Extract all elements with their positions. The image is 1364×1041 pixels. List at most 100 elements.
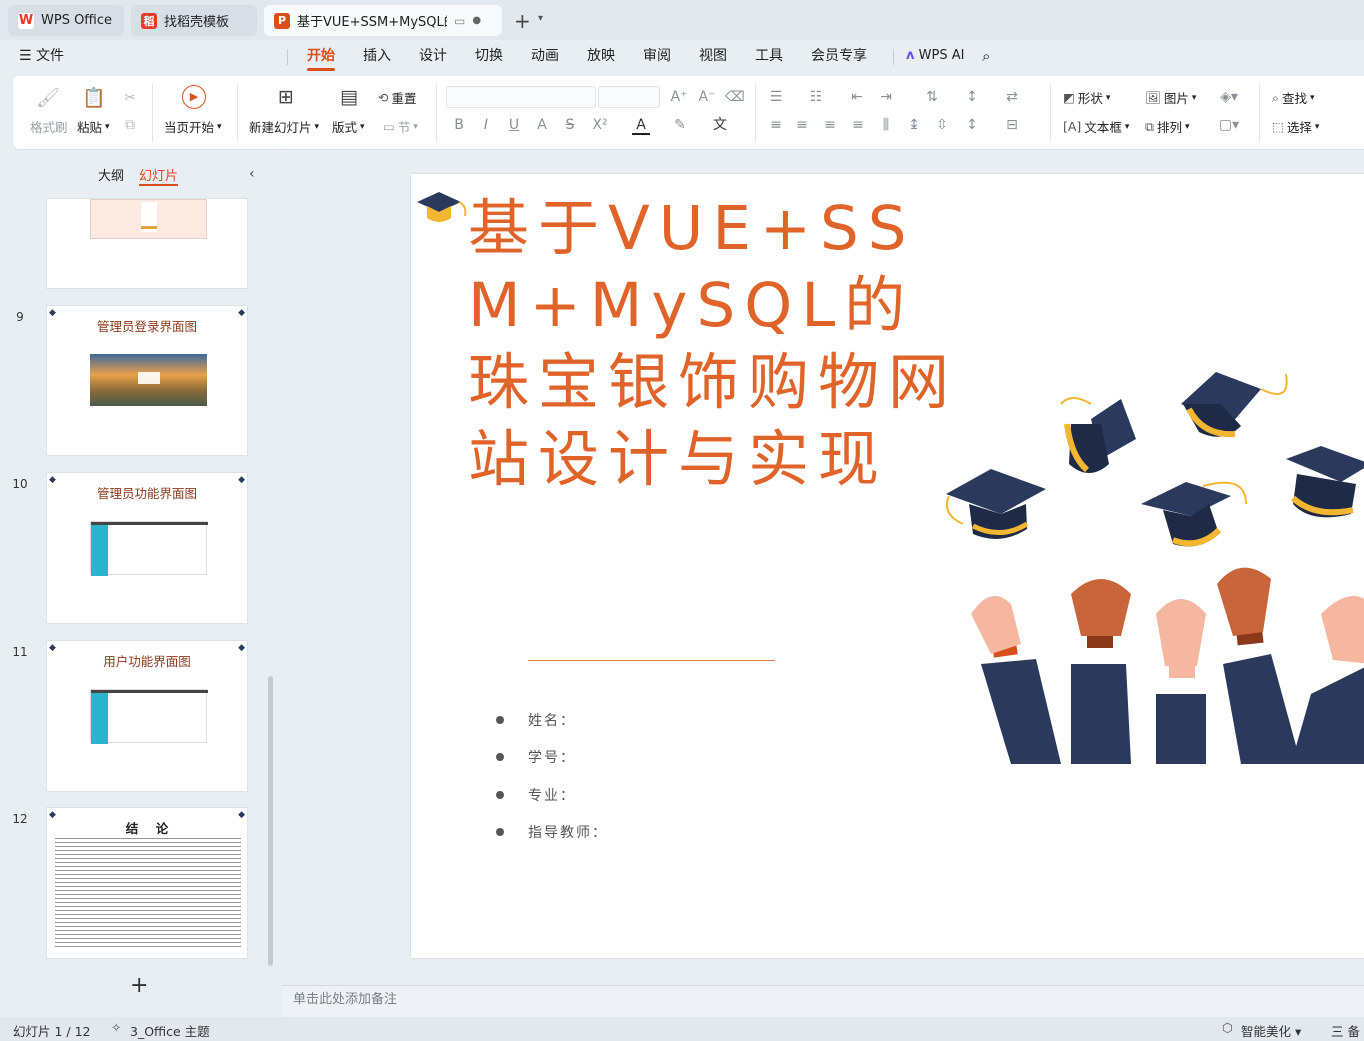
theme-name[interactable]: 3_Office 主题 [130, 1021, 210, 1040]
picture-icon: 🖼 [1145, 89, 1161, 105]
convert-icon[interactable]: ⇄ [1003, 89, 1021, 105]
menu-transition[interactable]: 切换 [475, 40, 503, 72]
tab-label: 基于VUE+SSM+MySQL的珠宝 [297, 15, 447, 30]
sort-icon[interactable]: ↕ [963, 89, 981, 105]
new-slide-button[interactable]: 新建幻灯片 ▾ [249, 117, 319, 136]
paste-button[interactable]: 粘贴 ▾ [77, 117, 110, 136]
panel-scrollbar[interactable] [268, 676, 273, 966]
notes-pane[interactable]: 单击此处添加备注 [282, 985, 1364, 1017]
slide-thumbnail-8[interactable] [46, 198, 248, 289]
menu-bar: ☰ 文件 🖫 ⌕ ⎙ ⌸ ↶ ▾ ↷ ⌄ 开始 插入 设计 切换 动画 放映 审… [0, 40, 1364, 103]
current-slide[interactable]: 基于VUE+SSM+MySQL的珠宝银饰购物网站设计与实现 姓名： 学号： 专业… [411, 174, 1364, 958]
clear-format-icon[interactable]: ⌫ [725, 89, 745, 105]
fill-icon[interactable]: ◈▾ [1213, 89, 1245, 105]
add-slide-button[interactable]: + [130, 973, 148, 998]
field-advisor[interactable]: 指导教师： [496, 822, 608, 842]
slide-thumbnail-9[interactable]: ◆ ◆ 管理员登录界面图 [46, 305, 248, 456]
tab-current-document[interactable]: P 基于VUE+SSM+MySQL的珠宝 ▭ ● [264, 5, 502, 36]
slide-thumbnail-12[interactable]: ◆ ◆ 结 论 [46, 807, 248, 959]
numbered-list-icon[interactable]: ☷ [807, 89, 825, 105]
new-tab-icon[interactable]: + [514, 9, 531, 33]
notes-toggle-button[interactable]: 三 备 [1331, 1021, 1360, 1040]
arrange-button[interactable]: ⧉ 排列 ▾ [1145, 117, 1189, 136]
align-right-icon[interactable]: ≡ [821, 117, 839, 133]
shape-button[interactable]: ◩ 形状 ▾ [1063, 88, 1110, 107]
underline-icon[interactable]: U [505, 117, 523, 133]
menu-animation[interactable]: 动画 [531, 40, 559, 72]
reset-button[interactable]: ⟲ 重置 [378, 88, 417, 107]
font-family-select[interactable] [446, 86, 596, 108]
menu-slideshow[interactable]: 放映 [587, 40, 615, 72]
smart-beautify-button[interactable]: 智能美化 ▾ [1241, 1021, 1301, 1040]
font-color-icon[interactable]: A [632, 117, 650, 135]
menu-view[interactable]: 视图 [699, 40, 727, 72]
file-menu[interactable]: ☰ 文件 [19, 40, 64, 72]
increase-indent-icon[interactable]: ⇥ [877, 89, 895, 105]
thumbnail-title: 管理员功能界面图 [96, 486, 197, 501]
select-button[interactable]: ⬚ 选择 ▾ [1272, 117, 1319, 136]
increase-font-icon[interactable]: A⁺ [670, 89, 688, 105]
wps-ai-button[interactable]: ᴧ WPS AI [906, 40, 964, 72]
collapse-panel-icon[interactable]: ‹ [249, 166, 255, 182]
font-size-select[interactable] [598, 86, 660, 108]
bold-icon[interactable]: B [450, 117, 468, 133]
text-direction-icon[interactable]: ⇅ [923, 89, 941, 105]
phonetic-icon[interactable]: 文 [711, 117, 729, 133]
copy-icon[interactable]: ⧉ [121, 117, 139, 133]
paste-label: 粘贴 [77, 120, 103, 135]
strikethrough-icon[interactable]: S [561, 117, 579, 133]
menu-home[interactable]: 开始 [307, 40, 335, 72]
text-shadow-icon[interactable]: A [533, 117, 551, 133]
menu-insert[interactable]: 插入 [363, 40, 391, 72]
italic-icon[interactable]: I [477, 117, 495, 133]
start-current-button[interactable]: 当页开始 ▾ [164, 117, 222, 136]
bullet-icon [496, 716, 504, 724]
menu-review[interactable]: 审阅 [643, 40, 671, 72]
ribbon-toolbar: 🖌 格式刷 📋 粘贴 ▾ ✂ ⧉ ▶ 当页开始 ▾ ⊞ 新建幻灯片 ▾ ▤ 版式 ▾ ⟲… [13, 76, 1364, 149]
justify-icon[interactable]: ≡ [849, 117, 867, 133]
unsaved-dot-icon[interactable]: ● [472, 15, 481, 26]
field-student-id[interactable]: 学号： [496, 747, 576, 767]
field-major[interactable]: 专业： [496, 785, 576, 805]
paragraph-spacing-icon[interactable]: ⇳ [933, 117, 951, 133]
decrease-indent-icon[interactable]: ⇤ [848, 89, 866, 105]
graduation-cap-icon [1181, 372, 1288, 438]
textbox-button[interactable]: [A] 文本框 ▾ [1063, 117, 1129, 136]
align-left-icon[interactable]: ≡ [767, 117, 785, 133]
tab-slides[interactable]: 幻灯片 [139, 165, 179, 186]
search-icon[interactable]: ⌕ [982, 40, 990, 72]
format-painter-icon: 🖌 [36, 87, 61, 109]
search-icon: ⌕ [1272, 89, 1280, 105]
layout-button[interactable]: 版式 ▾ [332, 117, 365, 136]
section-button[interactable]: ▭ 节 ▾ [383, 117, 418, 136]
graduation-cap-icon [945, 469, 1046, 539]
slide-thumbnail-11[interactable]: ◆ ◆ 用户功能界面图 [46, 640, 248, 792]
picture-button[interactable]: 🖼 图片 ▾ [1145, 88, 1196, 107]
menu-tools[interactable]: 工具 [755, 40, 783, 72]
menu-design[interactable]: 设计 [419, 40, 447, 72]
divider [893, 49, 894, 65]
menu-member[interactable]: 会员专享 [811, 40, 867, 72]
chevron-down-icon[interactable]: ▾ [538, 13, 543, 24]
distribute-icon[interactable]: ⫼ [877, 117, 895, 133]
columns-icon[interactable]: ⊟ [1003, 117, 1021, 133]
tab-wps-office[interactable]: W WPS Office [8, 5, 124, 36]
format-painter-button[interactable]: 格式刷 [30, 117, 68, 136]
find-button[interactable]: ⌕ 查找 ▾ [1272, 88, 1315, 107]
spacing-icon[interactable]: ↕ [963, 117, 981, 133]
slide-thumbnail-10[interactable]: ◆ ◆ 管理员功能界面图 [46, 472, 248, 624]
tab-label: WPS Office [41, 13, 113, 28]
superscript-icon[interactable]: X² [591, 117, 609, 133]
slide-title[interactable]: 基于VUE+SSM+MySQL的珠宝银饰购物网站设计与实现 [468, 190, 968, 498]
section-icon: ▭ [383, 119, 395, 134]
tab-docer-templates[interactable]: 稻 找稻壳模板 [131, 5, 257, 36]
decrease-font-icon[interactable]: A⁻ [698, 89, 716, 105]
line-spacing-icon[interactable]: ↨ [905, 117, 923, 133]
cut-icon[interactable]: ✂ [121, 90, 139, 106]
align-center-icon[interactable]: ≡ [793, 117, 811, 133]
field-name[interactable]: 姓名： [496, 710, 576, 730]
tab-outline[interactable]: 大纲 [98, 165, 124, 186]
highlight-icon[interactable]: ✎ [671, 117, 689, 133]
outline-icon[interactable]: ▢▾ [1213, 117, 1245, 133]
bullet-list-icon[interactable]: ☰ [767, 89, 785, 105]
